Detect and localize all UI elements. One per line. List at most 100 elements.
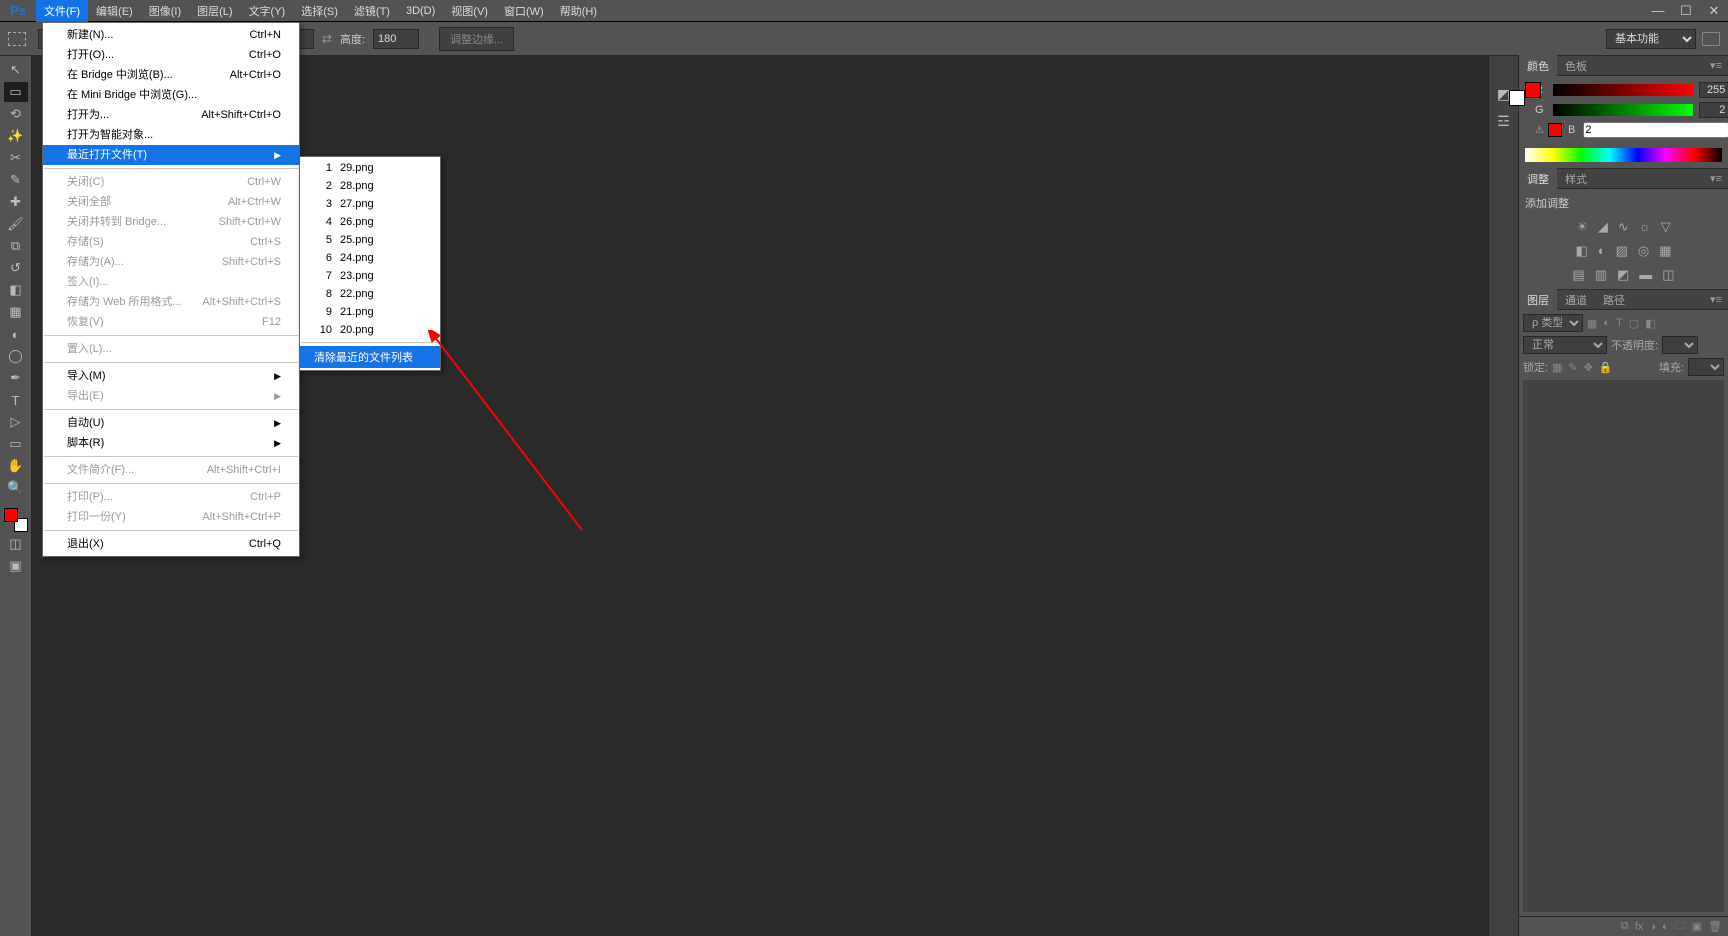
filter-adjust-icon[interactable]: ◐ [1603,317,1610,330]
refine-edge-button[interactable]: 调整边缘... [439,27,514,51]
new-layer-icon[interactable]: ▣ [1692,920,1702,933]
minimize-icon[interactable]: — [1644,3,1672,19]
stamp-tool-icon[interactable]: ⧉ [4,236,28,256]
tab-color[interactable]: 颜色 [1519,55,1557,77]
marquee-tool-icon[interactable]: ▭ [4,82,28,102]
brush-tool-icon[interactable]: 🖌 [4,214,28,234]
lock-paint-icon[interactable]: ✎ [1568,361,1577,374]
file-menu-item[interactable]: 自动(U)▶ [43,413,299,433]
file-menu-item[interactable]: 退出(X)Ctrl+Q [43,534,299,554]
menu-help[interactable]: 帮助(H) [552,0,605,22]
swap-dimensions-icon[interactable]: ⇄ [322,32,332,46]
bw-icon[interactable]: ▨ [1616,243,1628,259]
close-icon[interactable]: ✕ [1700,3,1728,19]
menu-select[interactable]: 选择(S) [293,0,346,22]
menu-window[interactable]: 窗口(W) [496,0,552,22]
red-slider[interactable] [1553,84,1693,96]
file-menu-item[interactable]: 最近打开文件(T)▶ [43,145,299,165]
levels-icon[interactable]: ◢ [1598,219,1608,235]
recent-file-item[interactable]: 723.png [300,267,440,285]
recent-file-item[interactable]: 327.png [300,195,440,213]
tab-swatches[interactable]: 色板 [1557,55,1595,77]
gamut-swatch[interactable] [1548,123,1562,137]
eraser-tool-icon[interactable]: ◧ [4,280,28,300]
opacity-select[interactable] [1662,336,1698,354]
panel-menu-icon[interactable]: ▾≡ [1704,172,1728,185]
new-group-icon[interactable]: 🗀 [1675,917,1686,936]
clear-recent-item[interactable]: 清除最近的文件列表 [300,346,440,368]
workspace-select[interactable]: 基本功能 [1606,29,1696,49]
menu-layer[interactable]: 图层(L) [189,0,240,22]
blur-tool-icon[interactable]: ◐ [4,324,28,344]
mask-icon[interactable]: ◑ [1649,921,1656,933]
menu-view[interactable]: 视图(V) [443,0,496,22]
recent-file-item[interactable]: 228.png [300,177,440,195]
marquee-tool-icon[interactable] [8,32,26,46]
zoom-tool-icon[interactable]: 🔍 [4,478,28,498]
recent-file-item[interactable]: 624.png [300,249,440,267]
file-menu-item[interactable]: 在 Bridge 中浏览(B)...Alt+Ctrl+O [43,65,299,85]
menu-type[interactable]: 文字(Y) [241,0,294,22]
posterize-icon[interactable]: ▥ [1595,267,1607,283]
tab-channels[interactable]: 通道 [1557,289,1595,311]
recent-file-item[interactable]: 822.png [300,285,440,303]
file-menu-item[interactable]: 新建(N)...Ctrl+N [43,25,299,45]
eyedropper-tool-icon[interactable]: ✎ [4,170,28,190]
move-tool-icon[interactable]: ↖ [4,60,28,80]
blue-input[interactable] [1583,122,1728,138]
maximize-icon[interactable]: ☐ [1672,3,1700,19]
link-layers-icon[interactable]: ⧉ [1621,920,1629,933]
screenmode-icon[interactable]: ▣ [4,556,28,576]
brightness-icon[interactable]: ☀ [1576,219,1588,235]
type-tool-icon[interactable]: T [4,390,28,410]
height-input[interactable] [373,29,419,49]
file-menu-item[interactable]: 打开(O)...Ctrl+O [43,45,299,65]
filter-type-icon[interactable]: T [1616,317,1623,330]
filter-kind-select[interactable]: ρ 类型 [1523,314,1583,332]
lasso-tool-icon[interactable]: ⟲ [4,104,28,124]
recent-file-item[interactable]: 1020.png [300,321,440,339]
file-menu-item[interactable]: 打开为...Alt+Shift+Ctrl+O [43,105,299,125]
photo-filter-icon[interactable]: ◎ [1638,243,1649,259]
green-slider[interactable] [1553,104,1693,116]
file-menu-item[interactable]: 在 Mini Bridge 中浏览(G)... [43,85,299,105]
file-menu-item[interactable]: 导入(M)▶ [43,366,299,386]
filter-smart-icon[interactable]: ◧ [1645,317,1655,330]
gradient-tool-icon[interactable]: ▦ [4,302,28,322]
menu-filter[interactable]: 滤镜(T) [346,0,398,22]
fill-select[interactable] [1688,358,1724,376]
lock-trans-icon[interactable]: ▦ [1552,361,1562,374]
fx-icon[interactable]: fx [1635,921,1644,933]
invert-icon[interactable]: ▤ [1572,267,1584,283]
recent-file-item[interactable]: 525.png [300,231,440,249]
menu-file[interactable]: 文件(F) [36,0,88,22]
selective-color-icon[interactable]: ◫ [1662,267,1674,283]
color-swatches[interactable] [4,508,28,532]
panel-menu-icon[interactable]: ▾≡ [1704,293,1728,306]
file-menu-item[interactable]: 打开为智能对象... [43,125,299,145]
tab-adjustments[interactable]: 调整 [1519,168,1557,190]
properties-panel-icon[interactable]: ☲ [1497,113,1510,130]
spectrum-bar[interactable] [1525,148,1722,162]
vibrance-icon[interactable]: ▽ [1661,219,1671,235]
green-input[interactable] [1699,102,1728,118]
lock-pos-icon[interactable]: ✥ [1584,361,1593,374]
red-input[interactable] [1699,82,1728,98]
recent-file-item[interactable]: 129.png [300,159,440,177]
new-fill-icon[interactable]: ◐ [1662,921,1669,933]
panel-menu-icon[interactable]: ▾≡ [1704,59,1728,72]
tab-styles[interactable]: 样式 [1557,168,1595,190]
dock-icon[interactable] [1702,32,1720,46]
crop-tool-icon[interactable]: ✂ [4,148,28,168]
threshold-icon[interactable]: ◩ [1617,267,1629,283]
tab-paths[interactable]: 路径 [1595,289,1633,311]
channel-mixer-icon[interactable]: ▦ [1659,243,1671,259]
path-select-icon[interactable]: ▷ [4,412,28,432]
history-brush-icon[interactable]: ↺ [4,258,28,278]
filter-shape-icon[interactable]: ▢ [1629,317,1639,330]
menu-3d[interactable]: 3D(D) [398,2,443,20]
dodge-tool-icon[interactable]: ◯ [4,346,28,366]
heal-tool-icon[interactable]: ✚ [4,192,28,212]
delete-layer-icon[interactable]: 🗑 [1708,920,1722,933]
hand-tool-icon[interactable]: ✋ [4,456,28,476]
